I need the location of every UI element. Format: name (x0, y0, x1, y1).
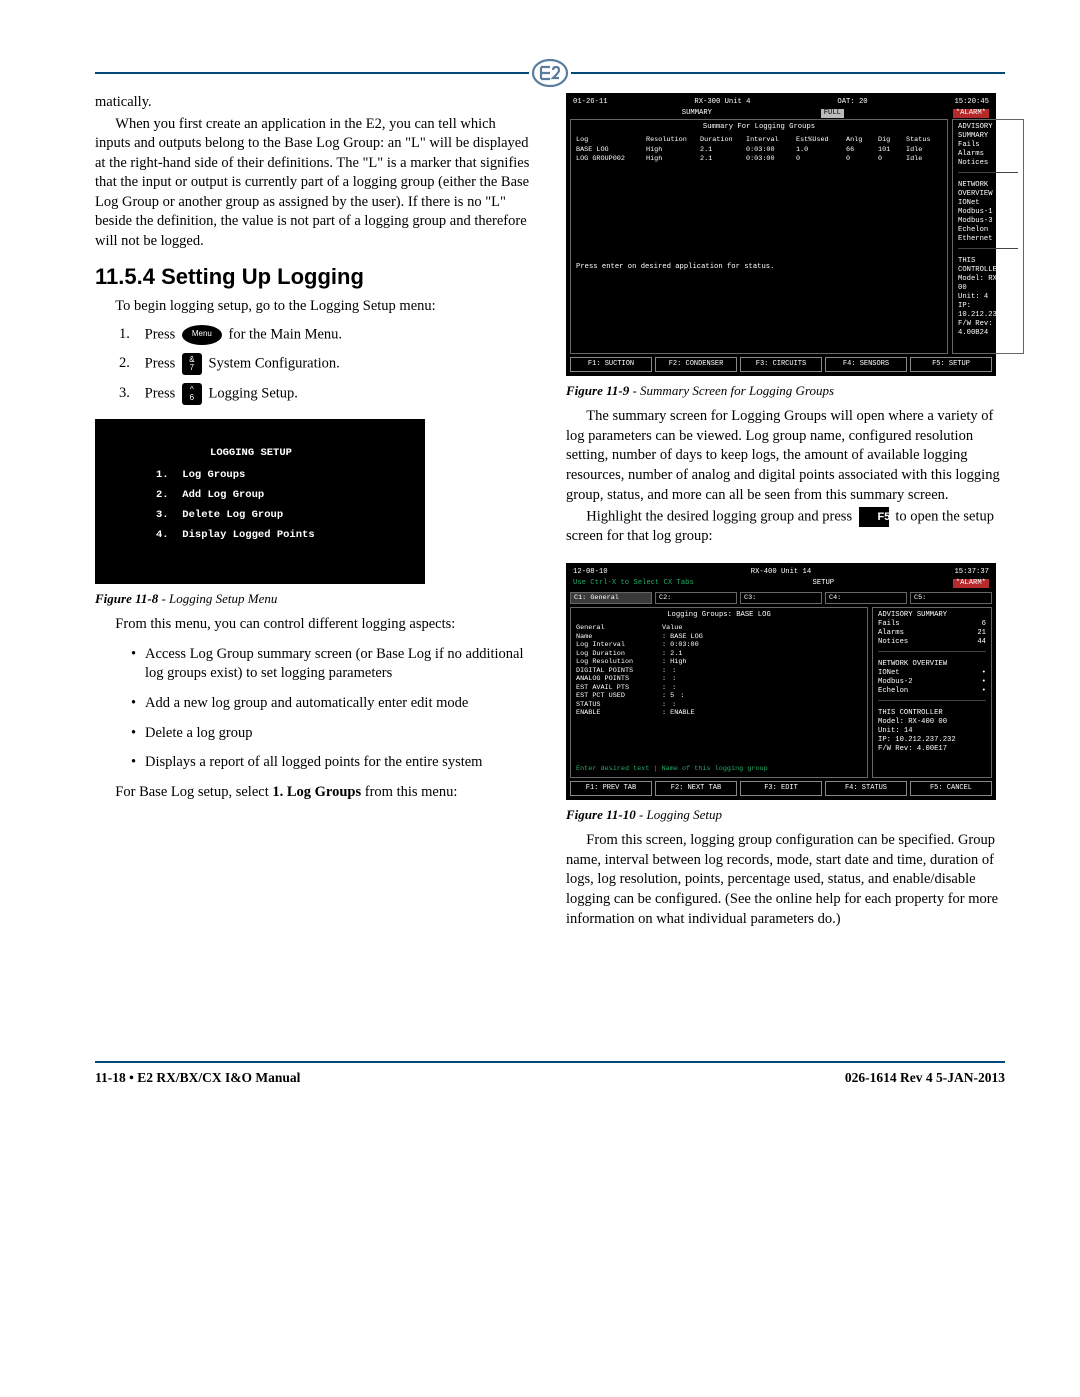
menu-item: 1. Log Groups (156, 468, 406, 482)
para-highlight: Highlight the desired logging group and … (566, 507, 1005, 547)
fkey: F4: STATUS (825, 781, 907, 796)
table-row: LOG GROUP002High2.10:03:00000Idle (576, 155, 942, 163)
tab-row: C1: GeneralC2:C3:C4:C5: (570, 592, 992, 604)
right-column: 01-26-11 RX-300 Unit 4 OAT: 20 15:20:45 … (566, 93, 1005, 931)
table-row: BASE LOGHigh2.10:03:001.066101Idle (576, 146, 942, 154)
section-heading: 11.5.4 Setting Up Logging (95, 262, 534, 292)
fkey: F5: SETUP (910, 357, 992, 372)
step-num: 3. (119, 384, 141, 404)
kv-row: STATUS:: (576, 701, 862, 709)
step-pre: Press (145, 385, 176, 401)
bullet-item: Delete a log group (131, 724, 524, 744)
footer-right: 026-1614 Rev 4 5-JAN-2013 (845, 1069, 1005, 1087)
para-after-fig9: The summary screen for Logging Groups wi… (566, 407, 1005, 505)
kv-row: EST PCT USED: 5: (576, 692, 862, 700)
terminal-hint: Press enter on desired application for s… (576, 263, 942, 272)
bullet-item: Access Log Group summary screen (or Base… (131, 645, 524, 684)
fkey: F3: EDIT (740, 781, 822, 796)
step-1: 1. Press Menu for the Main Menu. (119, 325, 534, 345)
fkey: F3: CIRCUITS (740, 357, 822, 372)
bullet-item: Add a new log group and automatically en… (131, 694, 524, 714)
menu-item: 3. Delete Log Group (156, 508, 406, 522)
terminal-sidebar: ADVISORY SUMMARY Fails3Alarms1Notices0 N… (952, 119, 1024, 354)
tab: C1: General (570, 592, 652, 604)
kv-row: ANALOG POINTS:: (576, 675, 862, 683)
menu-item: 2. Add Log Group (156, 488, 406, 502)
kv-row: EST AVAIL PTS:: (576, 684, 862, 692)
kv-row: ENABLE: ENABLE (576, 709, 862, 717)
fkey: F2: NEXT TAB (655, 781, 737, 796)
step-pre: Press (145, 355, 176, 371)
network-overview: NETWORK OVERVIEW IONet•Modbus-1•Modbus-3… (958, 181, 1018, 249)
fkey: F5: CANCEL (910, 781, 992, 796)
menu-button-icon: Menu (182, 325, 222, 345)
para-begin-setup: To begin logging setup, go to the Loggin… (95, 297, 534, 317)
fkey: F4: SENSORS (825, 357, 907, 372)
steps-list: 1. Press Menu for the Main Menu. 2. Pres… (119, 325, 534, 405)
page-footer: 11-18 • E2 RX/BX/CX I&O Manual 026-1614 … (95, 1061, 1005, 1087)
terminal-main: Summary For Logging Groups LogResolution… (570, 119, 948, 354)
network-overview: NETWORK OVERVIEW IONet•Modbus-2•Echelon• (878, 660, 986, 701)
this-controller: THIS CONTROLLER Model: RX-400 00Unit: 14… (878, 709, 986, 758)
kv-row: GeneralValue (576, 624, 862, 632)
bullet-item: Displays a report of all logged points f… (131, 753, 524, 773)
alarm-badge: *ALARM* (953, 109, 989, 118)
left-column: matically. When you first create an appl… (95, 93, 534, 931)
tab: C3: (740, 592, 822, 604)
footer-left: 11-18 • E2 RX/BX/CX I&O Manual (95, 1069, 300, 1087)
rule-left (95, 72, 529, 74)
fkey: F1: PREV TAB (570, 781, 652, 796)
fkey: F1: SUCTION (570, 357, 652, 372)
step-post: System Configuration. (209, 355, 340, 371)
key-6-icon: ^ 6 (182, 383, 202, 405)
figure-11-8-terminal: LOGGING SETUP 1. Log Groups 2. Add Log Gr… (95, 419, 425, 584)
bullet-list: Access Log Group summary screen (or Base… (95, 645, 534, 773)
para-after-fig8: From this menu, you can control differen… (95, 615, 534, 635)
para-matically: matically. (95, 93, 534, 113)
kv-row: Log Resolution: High (576, 658, 862, 666)
terminal-hint: Enter desired text | Name of this loggin… (576, 765, 862, 773)
rule-right (571, 72, 1005, 74)
kv-row: Log Interval: 0:03:00 (576, 641, 862, 649)
para-base-log: For Base Log setup, select 1. Log Groups… (95, 783, 534, 803)
para-after-fig10: From this screen, logging group configur… (566, 831, 1005, 929)
advisory-summary: ADVISORY SUMMARY Fails6Alarms21Notices44 (878, 611, 986, 652)
two-column-layout: matically. When you first create an appl… (95, 93, 1005, 931)
figure-11-9-terminal: 01-26-11 RX-300 Unit 4 OAT: 20 15:20:45 … (566, 93, 996, 376)
figure-11-10-terminal: 12-08-10 RX-400 Unit 14 15:37:37 Use Ctr… (566, 563, 996, 800)
alarm-badge: *ALARM* (953, 579, 989, 588)
tab: C4: (825, 592, 907, 604)
e2-logo (529, 55, 571, 91)
step-pre: Press (145, 326, 176, 342)
terminal-main: Logging Groups: BASE LOG GeneralValueNam… (570, 607, 868, 778)
menu-item: 4. Display Logged Points (156, 528, 406, 542)
advisory-summary: ADVISORY SUMMARY Fails3Alarms1Notices0 (958, 123, 1018, 173)
step-num: 1. (119, 325, 141, 345)
kv-row: DIGITAL POINTS:: (576, 667, 862, 675)
key-7-icon: & 7 (182, 353, 202, 375)
header-rule (95, 65, 1005, 81)
kv-row: Log Duration: 2.1 (576, 650, 862, 658)
step-3: 3. Press ^ 6 Logging Setup. (119, 383, 534, 405)
kv-row: Name: BASE LOG (576, 633, 862, 641)
figure-11-9-caption: Figure 11-9 - Summary Screen for Logging… (566, 382, 1005, 400)
step-post: Logging Setup. (209, 385, 298, 401)
step-post: for the Main Menu. (229, 326, 343, 342)
terminal-sidebar: ADVISORY SUMMARY Fails6Alarms21Notices44… (872, 607, 992, 778)
step-2: 2. Press & 7 System Configuration. (119, 353, 534, 375)
para-intro-baselog: When you first create an application in … (95, 115, 534, 252)
fkey-row: F1: PREV TABF2: NEXT TABF3: EDITF4: STAT… (570, 781, 992, 796)
tab: C2: (655, 592, 737, 604)
fkey: F2: CONDENSER (655, 357, 737, 372)
figure-11-8-caption: Figure 11-8 - Logging Setup Menu (95, 590, 534, 608)
figure-11-10-caption: Figure 11-10 - Logging Setup (566, 806, 1005, 824)
terminal-title: LOGGING SETUP (156, 446, 406, 460)
this-controller: THIS CONTROLLER Model: RX-300 00Unit: 4I… (958, 257, 1018, 342)
fkey-row: F1: SUCTIONF2: CONDENSERF3: CIRCUITSF4: … (570, 357, 992, 372)
f5-key-icon: F5 (859, 507, 889, 527)
step-num: 2. (119, 354, 141, 374)
terminal-top-bar: 01-26-11 RX-300 Unit 4 OAT: 20 15:20:45 (570, 97, 992, 108)
tab: C5: (910, 592, 992, 604)
